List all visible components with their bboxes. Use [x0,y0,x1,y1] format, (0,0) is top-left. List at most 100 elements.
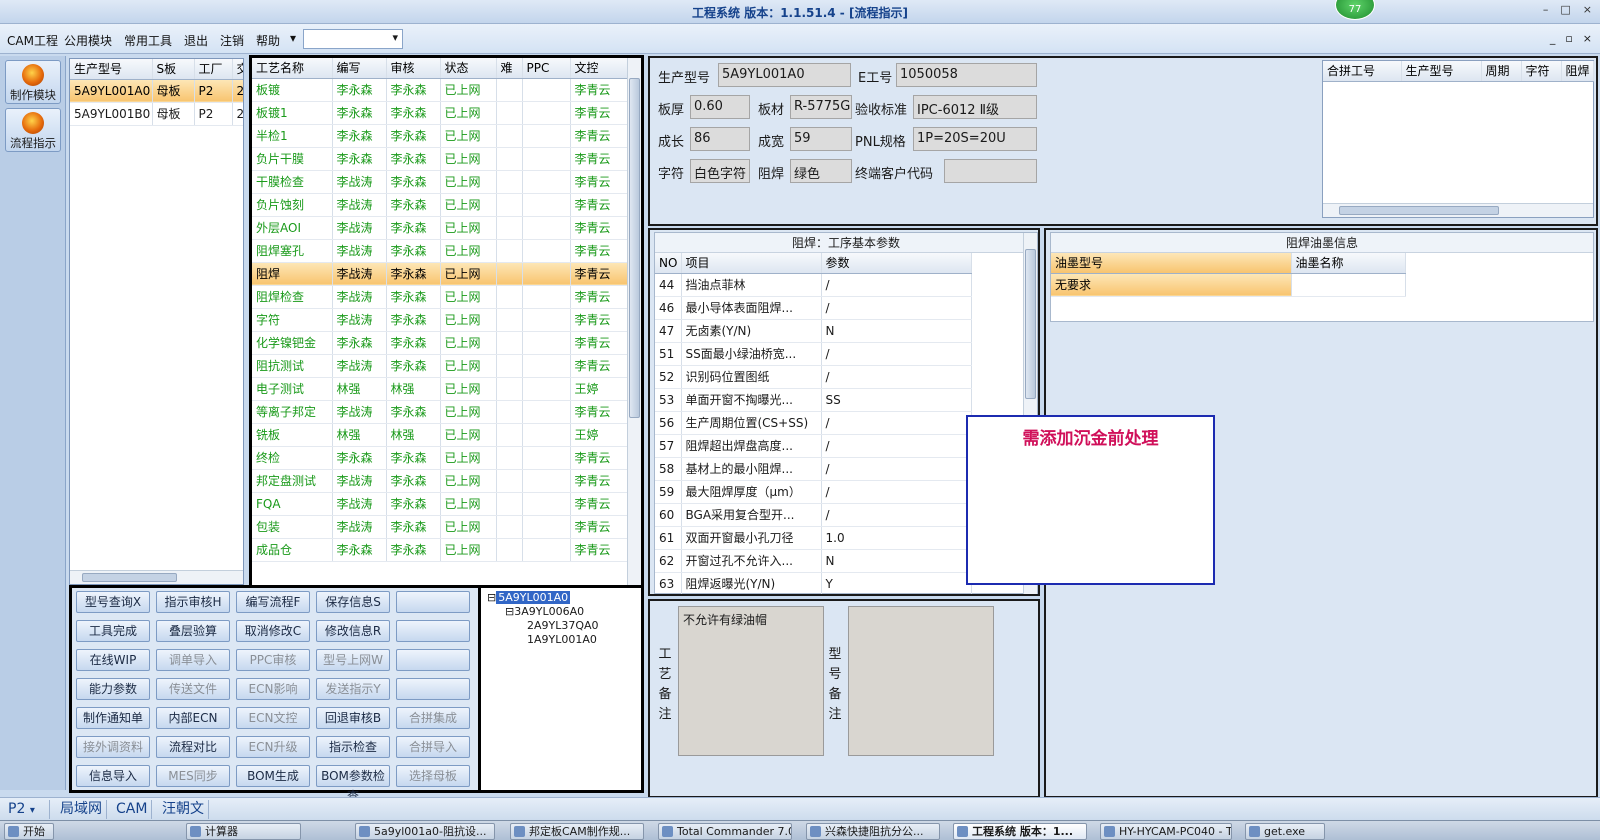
function-button[interactable]: 保存信息S [316,591,390,613]
function-button[interactable]: 指示检查 [316,736,390,758]
nav-flow-instruction[interactable]: 流程指示 [5,108,61,152]
table-row[interactable]: 47 无卤素(Y/N) N [655,319,972,343]
pnl-spec-field[interactable]: 1P=20S=20U [913,127,1037,151]
taskbar-item[interactable]: 工程系统 版本：1... [953,823,1087,840]
close-button[interactable]: × [1583,3,1592,16]
menu-overflow-icon[interactable]: ▾ [290,31,296,45]
function-button[interactable] [396,591,470,613]
col-process-name[interactable]: 工艺名称 [252,58,333,79]
menu-exit[interactable]: 退出 [184,32,208,49]
table-row[interactable]: 终检 李永森 李永森 已上网 李青云 [252,446,628,470]
length-field[interactable]: 86 [690,127,750,151]
tree-node[interactable]: ⊟3A9YL006A0 [487,605,599,619]
taskbar-item[interactable]: 5a9yl001a0-阻抗设... [355,823,495,840]
end-customer-field[interactable] [944,159,1037,183]
process-remark-box[interactable]: 不允许有绿油帽 [678,606,824,756]
table-row[interactable]: 阻焊检查 李战涛 李永森 已上网 李青云 [252,285,628,309]
status-tab-user[interactable]: 汪朝文 [158,800,209,819]
function-button[interactable]: 取消修改C [236,620,310,642]
table-row[interactable]: 成品仓 李永森 李永森 已上网 李青云 [252,538,628,562]
table-row[interactable]: 干膜检查 李战涛 李永森 已上网 李青云 [252,170,628,194]
function-button[interactable]: MES同步 [156,765,230,787]
col-status[interactable]: 状态 [440,58,497,79]
table-row[interactable]: 44 挡油点菲林 / [655,273,972,297]
function-button[interactable]: 接外调资料 [76,736,150,758]
taskbar-item[interactable]: get.exe [1245,823,1325,840]
function-button[interactable]: 调单导入 [156,649,230,671]
table-row[interactable]: 53 单面开窗不掏曝光... SS [655,388,972,412]
function-button[interactable]: 选择母板 [396,765,470,787]
hscroll-thumb[interactable] [1339,206,1499,215]
maximize-button[interactable]: □ [1560,3,1570,16]
model-list-hscroll[interactable] [70,570,243,584]
collapse-icon[interactable]: ⊟ [487,591,496,604]
menu-help[interactable]: 帮助 [256,32,280,49]
taskbar-item[interactable]: HY-HYCAM-PC040 - T... [1100,823,1232,840]
thickness-field[interactable]: 0.60 [690,95,750,119]
table-row[interactable]: 56 生产周期位置(CS+SS) / [655,411,972,435]
tree-node[interactable]: 1A9YL001A0 [487,633,599,647]
col-plant[interactable]: 工厂 [194,59,233,80]
taskbar-item[interactable]: 邦定板CAM制作规... [510,823,644,840]
mdi-restore-button[interactable]: ▫ [1565,32,1572,45]
taskbar-item[interactable]: 计算器 [186,823,301,840]
table-row[interactable]: 负片干膜 李永森 李永森 已上网 李青云 [252,147,628,171]
table-row[interactable]: 46 最小导体表面阻焊... / [655,296,972,320]
table-row[interactable]: 5A9YL001A0 母板 P2 2( [70,79,243,103]
table-row[interactable]: 无要求 [1051,273,1406,297]
tree-node[interactable]: 2A9YL37QA0 [487,619,599,633]
material-field[interactable]: R-5775G [790,95,852,119]
menu-common-tools[interactable]: 常用工具 [124,32,172,49]
function-button[interactable]: 发送指示Y [316,678,390,700]
table-row[interactable]: 板镀1 李永森 李永森 已上网 李青云 [252,101,628,125]
start-button[interactable]: 开始 [4,823,54,840]
col-difficulty[interactable]: 难 [496,58,523,79]
table-row[interactable]: 字符 李战涛 李永森 已上网 李青云 [252,308,628,332]
note-popup[interactable]: 需添加沉金前处理 [966,415,1215,585]
function-button[interactable]: BOM生成 [236,765,310,787]
table-row[interactable]: 外层AOI 李战涛 李永森 已上网 李青云 [252,216,628,240]
table-row[interactable]: 52 识别码位置图纸 / [655,365,972,389]
function-button[interactable]: 型号上网W [316,649,390,671]
mdi-minimize-button[interactable]: _ [1550,32,1556,45]
width-field[interactable]: 59 [790,127,852,151]
function-button[interactable]: ECN升级 [236,736,310,758]
menu-combo[interactable] [303,29,403,49]
col-doc-control[interactable]: 文控 [570,58,628,79]
function-button[interactable]: 流程对比 [156,736,230,758]
menu-cam-project[interactable]: CAM工程 [7,32,58,49]
table-row[interactable]: 化学镍钯金 李永森 李永森 已上网 李青云 [252,331,628,355]
function-button[interactable]: 修改信息R [316,620,390,642]
function-button[interactable]: 在线WIP [76,649,150,671]
table-row[interactable]: 51 SS面最小绿油桥宽... / [655,342,972,366]
function-button[interactable]: 指示审核H [156,591,230,613]
taskbar-item[interactable]: 兴森快捷阻抗分公... [806,823,940,840]
table-row[interactable]: 5A9YL001B0 母板 P2 2( [70,102,243,126]
tree-node[interactable]: ⊟ 5A9YL001A0 [487,591,599,605]
model-remark-box[interactable] [848,606,994,756]
col-sboard[interactable]: S板 [152,59,195,80]
model-field[interactable]: 5A9YL001A0 [718,63,851,87]
process-vscroll[interactable] [627,58,641,585]
col-due[interactable]: 交 [232,59,243,80]
soldermask-field[interactable]: 绿色 [790,159,852,183]
menu-common-modules[interactable]: 公用模块 [64,32,112,49]
nav-make-module[interactable]: 制作模块 [5,60,61,104]
function-button[interactable]: 合拼导入 [396,736,470,758]
function-button[interactable]: 制作通知单 [76,707,150,729]
col-author[interactable]: 编写 [332,58,387,79]
table-row[interactable]: 63 阻焊返曝光(Y/N) Y [655,572,972,594]
hscroll-thumb[interactable] [82,573,177,582]
function-button[interactable]: 内部ECN [156,707,230,729]
table-row[interactable]: 负片蚀刻 李战涛 李永森 已上网 李青云 [252,193,628,217]
function-button[interactable] [396,620,470,642]
table-row[interactable]: 包装 李战涛 李永森 已上网 李青云 [252,515,628,539]
collapse-icon[interactable]: ⊟ [505,605,514,618]
table-row[interactable]: 半检1 李永森 李永森 已上网 李青云 [252,124,628,148]
table-row[interactable]: 62 开窗过孔不允许入... N [655,549,972,573]
minimize-button[interactable]: – [1543,3,1549,16]
function-button[interactable]: ECN文控 [236,707,310,729]
table-row[interactable]: 59 最大阻焊厚度（μm） / [655,480,972,504]
table-row[interactable]: 板镀 李永森 李永森 已上网 李青云 [252,78,628,102]
silkscreen-field[interactable]: 白色字符 [690,159,750,183]
